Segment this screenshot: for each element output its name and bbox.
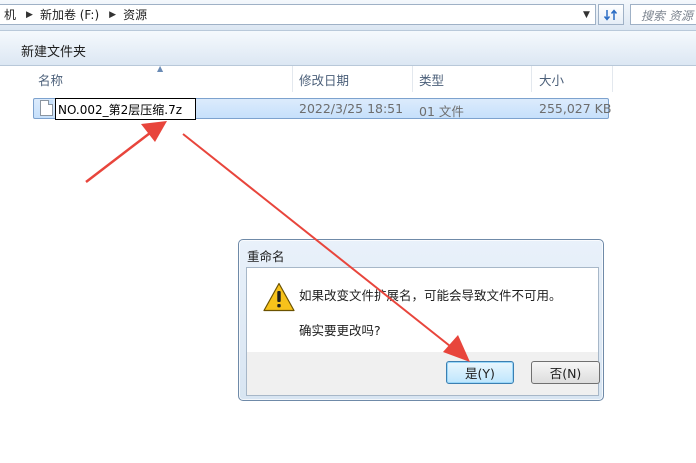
breadcrumb-computer[interactable]: 机	[0, 5, 20, 24]
yes-button[interactable]: 是(Y)	[446, 361, 514, 384]
no-button[interactable]: 否(N)	[531, 361, 600, 384]
navigation-pane[interactable]	[0, 66, 21, 463]
new-folder-button[interactable]: 新建文件夹	[21, 41, 86, 60]
file-icon	[40, 100, 53, 116]
sort-up-icon: ▲	[157, 64, 164, 73]
chevron-right-icon[interactable]: ▶	[20, 10, 36, 20]
dialog-question: 确实要更改吗?	[299, 323, 381, 338]
address-bar: 机 ▶ 新加卷 (F:) ▶ 资源 ▼ 搜索 资源	[0, 0, 696, 31]
breadcrumb[interactable]: 机 ▶ 新加卷 (F:) ▶ 资源	[0, 4, 596, 25]
search-input[interactable]: 搜索 资源	[630, 4, 696, 25]
chevron-right-icon[interactable]: ▶	[103, 10, 119, 20]
dialog-title: 重命名	[247, 249, 285, 264]
file-modified: 2022/3/25 18:51	[299, 101, 404, 116]
refresh-icon	[603, 8, 618, 21]
column-divider[interactable]	[292, 66, 293, 92]
file-type: 01 文件	[419, 104, 464, 119]
file-size: 255,027 KB	[539, 101, 612, 116]
column-divider[interactable]	[531, 66, 532, 92]
warning-icon	[263, 282, 295, 312]
column-header-size[interactable]: 大小	[539, 66, 564, 92]
refresh-button[interactable]	[598, 4, 624, 25]
dialog-footer: 是(Y) 否(N)	[246, 352, 600, 396]
column-divider[interactable]	[612, 66, 613, 92]
column-header-name[interactable]: 名称	[38, 66, 63, 92]
column-header-type[interactable]: 类型	[419, 66, 444, 92]
rename-input[interactable]	[55, 98, 196, 120]
dialog-message: 如果改变文件扩展名，可能会导致文件不可用。	[299, 288, 562, 303]
breadcrumb-drive-f[interactable]: 新加卷 (F:)	[36, 5, 103, 24]
column-header-modified[interactable]: 修改日期	[299, 66, 349, 92]
dialog-body: 如果改变文件扩展名，可能会导致文件不可用。 确实要更改吗?	[246, 267, 599, 354]
breadcrumb-resources[interactable]: 资源	[119, 5, 151, 24]
chevron-down-icon[interactable]: ▼	[578, 5, 595, 24]
command-bar: 新建文件夹	[0, 31, 696, 66]
rename-dialog: 重命名 如果改变文件扩展名，可能会导致文件不可用。 确实要更改吗? 是(Y) 否…	[238, 239, 604, 401]
column-divider[interactable]	[412, 66, 413, 92]
